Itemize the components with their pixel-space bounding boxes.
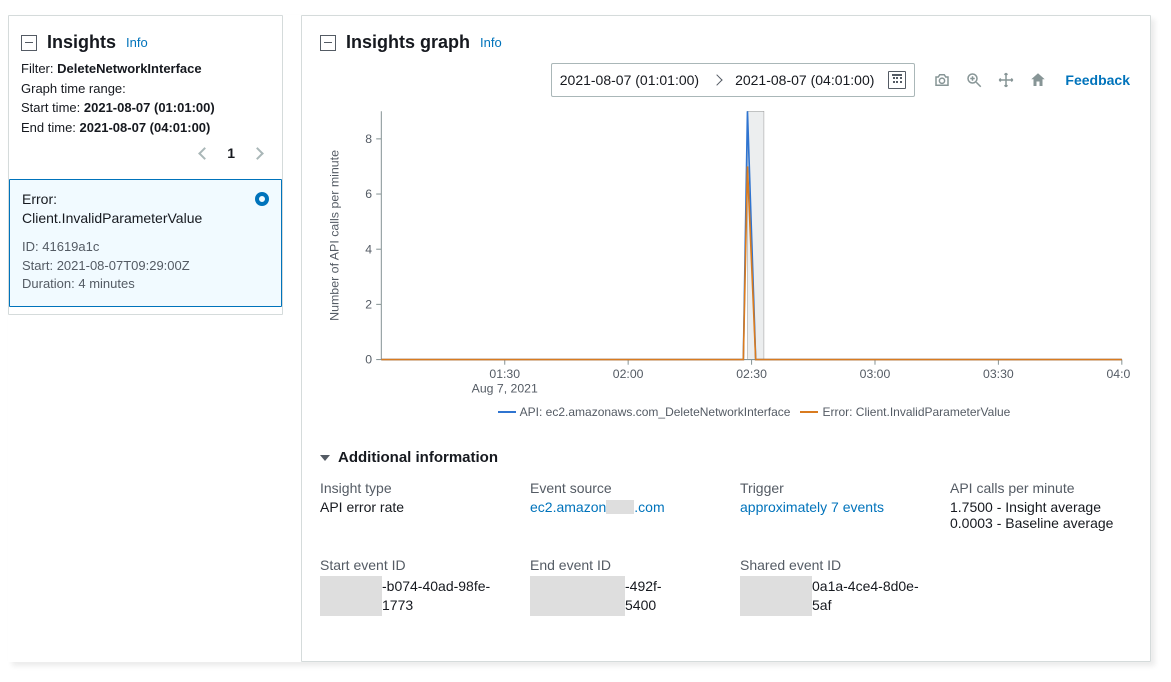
card-duration: Duration: 4 minutes bbox=[22, 275, 269, 294]
card-id: ID: 41619a1c bbox=[22, 238, 269, 257]
card-title: Error: Client.InvalidParameterValue bbox=[22, 190, 202, 228]
calendar-icon[interactable] bbox=[888, 71, 906, 89]
pager-next-icon[interactable] bbox=[251, 147, 264, 160]
caret-down-icon bbox=[320, 455, 330, 461]
pan-icon[interactable] bbox=[997, 71, 1015, 89]
trigger-link[interactable]: approximately 7 events bbox=[740, 499, 940, 515]
sidebar-start: Start time: 2021-08-07 (01:01:00) bbox=[21, 98, 270, 118]
svg-text:0: 0 bbox=[365, 353, 372, 367]
sidebar-range-label: Graph time range: bbox=[21, 79, 270, 99]
legend-swatch-api bbox=[498, 411, 516, 413]
feedback-link[interactable]: Feedback bbox=[1065, 72, 1130, 88]
svg-text:6: 6 bbox=[365, 187, 372, 201]
svg-text:2: 2 bbox=[365, 297, 372, 311]
chevron-right-icon bbox=[711, 74, 722, 85]
sidebar-filter: Filter: DeleteNetworkInterface bbox=[21, 59, 270, 79]
additional-information: Additional information Insight type API … bbox=[302, 437, 1150, 636]
home-icon[interactable] bbox=[1029, 71, 1047, 89]
pager-page: 1 bbox=[227, 145, 235, 161]
sidebar-info-link[interactable]: Info bbox=[126, 35, 148, 50]
cell-api-calls: API calls per minute 1.7500 - Insight av… bbox=[950, 480, 1132, 531]
insights-sidebar: Insights Info Filter: DeleteNetworkInter… bbox=[8, 15, 283, 315]
selected-icon bbox=[255, 192, 269, 206]
svg-text:02:30: 02:30 bbox=[736, 367, 767, 381]
sidebar-end: End time: 2021-08-07 (04:01:00) bbox=[21, 118, 270, 138]
insights-chart: 0 2 4 6 8 01:30 02:00 02:30 03:00 03:30 04:00 Aug 7… bbox=[322, 103, 1130, 403]
svg-text:8: 8 bbox=[365, 132, 372, 146]
additional-info-toggle[interactable]: Additional information bbox=[320, 449, 1132, 466]
cell-event-source: Event source ec2.amazon.com bbox=[530, 480, 730, 531]
pager: 1 bbox=[21, 137, 270, 167]
collapse-icon[interactable] bbox=[21, 35, 37, 51]
cell-start-event-id: Start event ID -b074-40ad-98fe-1773 bbox=[320, 557, 520, 616]
chart-legend: API: ec2.amazonaws.com_DeleteNetworkInte… bbox=[322, 403, 1130, 429]
sidebar-title: Insights bbox=[47, 32, 116, 53]
cell-trigger: Trigger approximately 7 events bbox=[740, 480, 940, 531]
time-range-picker[interactable]: 2021-08-07 (01:01:00) 2021-08-07 (04:01:… bbox=[551, 63, 916, 97]
redacted bbox=[530, 576, 625, 616]
insights-graph-panel: Insights graph Info 2021-08-07 (01:01:00… bbox=[301, 15, 1151, 662]
cell-insight-type: Insight type API error rate bbox=[320, 480, 520, 531]
pager-prev-icon[interactable] bbox=[198, 147, 211, 160]
legend-swatch-err bbox=[800, 411, 818, 413]
svg-text:Number of API calls per minute: Number of API calls per minute bbox=[327, 150, 341, 321]
graph-title: Insights graph bbox=[346, 32, 470, 53]
zoom-icon[interactable] bbox=[965, 71, 983, 89]
svg-text:Aug 7, 2021: Aug 7, 2021 bbox=[472, 382, 538, 396]
event-source-link[interactable]: ec2.amazon.com bbox=[530, 499, 730, 515]
time-to: 2021-08-07 (04:01:00) bbox=[735, 72, 874, 88]
legend-api: API: ec2.amazonaws.com_DeleteNetworkInte… bbox=[520, 405, 791, 419]
cell-shared-event-id: Shared event ID 0a1a-4ce4-8d0e-5af bbox=[740, 557, 940, 616]
time-from: 2021-08-07 (01:01:00) bbox=[560, 72, 699, 88]
cell-end-event-id: End event ID -492f-5400 bbox=[530, 557, 730, 616]
svg-text:01:30: 01:30 bbox=[489, 367, 520, 381]
collapse-icon[interactable] bbox=[320, 35, 336, 51]
camera-icon[interactable] bbox=[933, 71, 951, 89]
svg-text:4: 4 bbox=[365, 242, 372, 256]
redacted bbox=[740, 576, 812, 616]
svg-text:04:00: 04:00 bbox=[1106, 367, 1130, 381]
graph-info-link[interactable]: Info bbox=[480, 35, 502, 50]
svg-text:03:00: 03:00 bbox=[860, 367, 891, 381]
insight-card[interactable]: Error: Client.InvalidParameterValue ID: … bbox=[9, 179, 282, 307]
redacted bbox=[320, 576, 382, 616]
redacted bbox=[606, 500, 634, 514]
legend-err: Error: Client.InvalidParameterValue bbox=[822, 405, 1010, 419]
svg-text:03:30: 03:30 bbox=[983, 367, 1014, 381]
svg-text:02:00: 02:00 bbox=[613, 367, 644, 381]
card-start: Start: 2021-08-07T09:29:00Z bbox=[22, 257, 269, 276]
